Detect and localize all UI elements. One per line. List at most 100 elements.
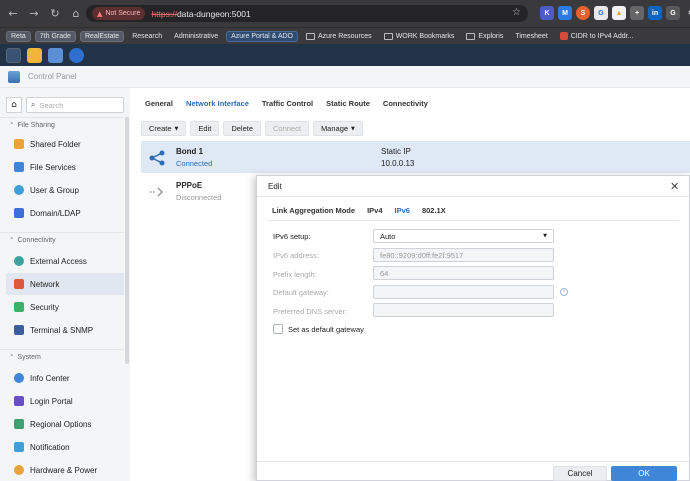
manage-label: Manage <box>320 124 349 133</box>
file-services-icon <box>14 162 24 172</box>
window-title: Control Panel <box>28 72 77 81</box>
tab-link-aggregation[interactable]: Link Aggregation Mode <box>272 206 355 215</box>
default-gateway-field[interactable] <box>373 285 554 299</box>
ok-button[interactable]: OK <box>611 466 677 481</box>
bookmark-work[interactable]: WORK Bookmarks <box>380 32 459 41</box>
home-icon[interactable]: ⌂ <box>68 6 84 22</box>
tab-network-interface[interactable]: Network Interface <box>186 99 249 112</box>
cancel-button[interactable]: Cancel <box>553 466 607 481</box>
ipv6-address-label: IPv6 address: <box>273 251 319 260</box>
bookmark-azure-resources[interactable]: Azure Resources <box>302 32 376 41</box>
sidebar-item-login-portal[interactable]: Login Portal <box>6 390 124 412</box>
section-system[interactable]: ˄ System <box>0 349 124 365</box>
sidebar-scrollbar[interactable] <box>125 117 129 364</box>
tab-ipv4[interactable]: IPv4 <box>367 206 382 215</box>
sidebar-item-notification[interactable]: Notification <box>6 436 124 458</box>
sidebar-item-hardware-power[interactable]: Hardware & Power <box>6 459 124 481</box>
tab-general[interactable]: General <box>145 99 173 112</box>
sidebar-item-security[interactable]: Security <box>6 296 124 318</box>
default-gateway-checkbox[interactable] <box>273 324 283 334</box>
sidebar-item-shared-folder[interactable]: Shared Folder <box>6 133 124 155</box>
extension-icon[interactable]: K <box>540 6 554 20</box>
sidebar-item-file-services[interactable]: File Services <box>6 156 124 178</box>
bookmark-7th-grade[interactable]: 7th Grade <box>34 30 76 42</box>
not-secure-badge[interactable]: ▲ Not Secure <box>92 7 146 20</box>
manage-button[interactable]: Manage ▼ <box>312 121 363 136</box>
tab-ipv6[interactable]: IPv6 <box>395 206 410 215</box>
search-box[interactable]: ⌕ <box>26 97 124 113</box>
section-file-sharing[interactable]: ˄ File Sharing <box>0 117 124 133</box>
linkedin-icon[interactable]: in <box>648 6 662 20</box>
tab-connectivity[interactable]: Connectivity <box>383 99 428 112</box>
control-panel-taskbar-icon[interactable] <box>48 47 63 63</box>
home-button[interactable]: ⌂ <box>6 97 22 113</box>
ipv6-address-field[interactable]: fe80::9209:d0ff:fe2f:9517 <box>373 248 554 262</box>
terminal-icon <box>14 325 24 335</box>
extension-icon[interactable]: G <box>594 6 608 20</box>
bookmark-azure-portal[interactable]: Azure Portal & ADO <box>226 30 298 42</box>
bookmark-realestate[interactable]: RealEstate <box>79 30 125 42</box>
search-input[interactable] <box>39 100 120 110</box>
extension-icon[interactable]: S <box>576 6 590 20</box>
prefix-length-field[interactable]: 64 <box>373 266 554 280</box>
sidebar-item-network[interactable]: Network <box>6 273 124 295</box>
interface-type: Static IP <box>381 147 411 156</box>
sidebar-item-external-access[interactable]: External Access <box>6 250 124 272</box>
bookmark-star-icon[interactable]: ☆ <box>512 7 521 18</box>
bookmark-research[interactable]: Research <box>128 32 166 41</box>
sidebar-item-terminal-snmp[interactable]: Terminal & SNMP <box>6 319 124 341</box>
info-icon[interactable]: i <box>560 288 568 296</box>
tab-static-route[interactable]: Static Route <box>326 99 370 112</box>
ipv6-setup-value: Auto <box>380 231 396 241</box>
globe-icon <box>14 256 24 266</box>
file-station-icon[interactable] <box>27 47 42 63</box>
dsm-taskbar <box>0 44 690 66</box>
prefix-length-label: Prefix length: <box>273 270 317 279</box>
sidebar-item-user-group[interactable]: User & Group <box>6 179 124 201</box>
url-host: data-dungeon:5001 <box>176 8 251 19</box>
preferred-dns-field[interactable] <box>373 303 554 317</box>
back-icon[interactable]: ← <box>5 6 21 22</box>
tab-traffic-control[interactable]: Traffic Control <box>262 99 313 112</box>
drive-icon[interactable]: ▲ <box>612 6 626 20</box>
ipv6-setup-select[interactable]: Auto ▼ <box>373 229 554 243</box>
sidebar-item-info-center[interactable]: Info Center <box>6 367 124 389</box>
reload-icon[interactable]: ↻ <box>47 6 63 22</box>
close-icon[interactable]: ✕ <box>670 180 679 193</box>
window-titlebar: Control Panel <box>0 66 690 88</box>
ipv6-setup-label: IPv6 setup: <box>273 232 311 241</box>
main-menu-icon[interactable] <box>6 47 21 63</box>
caret-down-icon: ▼ <box>174 125 179 132</box>
sidebar-item-label: Network <box>30 279 60 289</box>
chevron-up-icon: ˄ <box>10 236 14 245</box>
url-text[interactable]: https://data-dungeon:5001 <box>151 9 250 19</box>
bookmark-timesheet[interactable]: Timesheet <box>511 32 551 41</box>
forward-icon[interactable]: → <box>26 6 42 22</box>
sidebar-item-regional-options[interactable]: Regional Options <box>6 413 124 435</box>
bookmark-exploris[interactable]: Exploris <box>462 32 507 41</box>
interface-status: Connected <box>176 159 213 168</box>
delete-button[interactable]: Delete <box>223 121 261 136</box>
pppoe-arrows-icon <box>150 187 164 197</box>
bookmark-cidr[interactable]: CIDR to IPv4 Addr... <box>556 31 638 41</box>
extension-icon[interactable]: G <box>666 6 680 20</box>
section-connectivity[interactable]: ˄ Connectivity <box>0 232 124 248</box>
bookmark-reta[interactable]: Reta <box>6 30 31 42</box>
edit-button[interactable]: Edit <box>190 121 220 136</box>
address-bar[interactable]: ▲ Not Secure https://data-dungeon:5001 ☆ <box>86 5 528 22</box>
sidebar-item-label: Hardware & Power <box>30 465 98 475</box>
interface-status: Disconnected <box>176 193 222 202</box>
connect-button[interactable]: Connect <box>265 121 309 136</box>
share-network-icon <box>149 150 165 166</box>
security-advisor-icon[interactable] <box>69 47 84 63</box>
bookmark-administrative[interactable]: Administrative <box>170 32 222 41</box>
tab-8021x[interactable]: 802.1X <box>422 206 446 215</box>
extension-icon[interactable]: M <box>558 6 572 20</box>
extension-icon[interactable]: + <box>630 6 644 20</box>
sidebar-item-domain-ldap[interactable]: Domain/LDAP <box>6 202 124 224</box>
puzzle-icon[interactable]: ✱ <box>684 6 690 20</box>
cidr-icon <box>559 32 568 40</box>
interface-row-bond1[interactable]: Bond 1 Connected Static IP 10.0.0.13 <box>141 141 690 173</box>
create-button[interactable]: Create ▼ <box>141 121 187 136</box>
control-panel-icon <box>8 70 20 83</box>
